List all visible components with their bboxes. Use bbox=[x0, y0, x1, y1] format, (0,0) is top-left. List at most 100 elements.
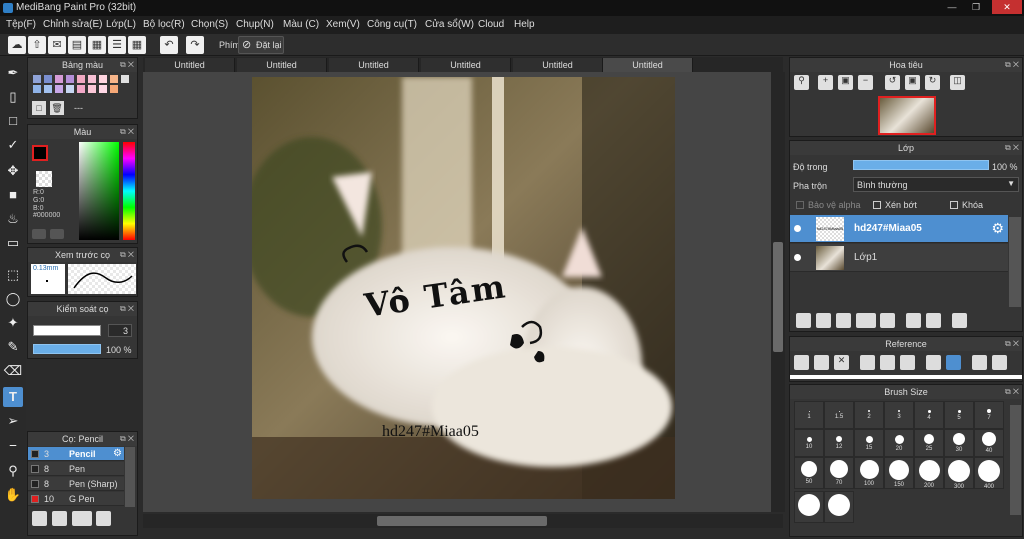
palette-swatch[interactable] bbox=[110, 85, 118, 93]
list-icon[interactable]: ☰ bbox=[108, 36, 126, 54]
saturation-value-picker[interactable] bbox=[79, 142, 119, 240]
menu-capture[interactable]: Chụp(N) bbox=[236, 19, 274, 30]
brush-size-cell[interactable]: 10 bbox=[794, 429, 824, 457]
palette-swatch[interactable] bbox=[110, 75, 118, 83]
clipping-checkbox[interactable] bbox=[873, 201, 881, 209]
foreground-color-swatch[interactable] bbox=[32, 145, 48, 161]
add-brush-menu-icon[interactable] bbox=[72, 511, 92, 526]
operation-tool-icon[interactable]: ➢ bbox=[3, 411, 23, 431]
minimize-icon[interactable]: — bbox=[941, 0, 963, 14]
ref-zoom-out-icon[interactable] bbox=[900, 355, 915, 370]
tab-untitled[interactable]: Untitled bbox=[329, 58, 419, 72]
menu-cloud[interactable]: Cloud bbox=[478, 19, 504, 30]
folder-icon[interactable] bbox=[880, 313, 895, 328]
select-eraser-tool-icon[interactable]: ⌫ bbox=[3, 361, 23, 381]
palette-swatch[interactable] bbox=[55, 75, 63, 83]
hue-slider[interactable] bbox=[123, 142, 135, 240]
brush-size-cell[interactable]: 200 bbox=[914, 457, 944, 489]
reset-button[interactable]: ⊘ Đặt lại bbox=[238, 36, 284, 54]
brush-size-cell[interactable] bbox=[794, 491, 824, 523]
dot-brush-tool-icon[interactable]: ✓ bbox=[3, 135, 23, 155]
ref-fit-icon[interactable] bbox=[880, 355, 895, 370]
ref-flip-icon[interactable] bbox=[992, 355, 1007, 370]
tab-untitled-active[interactable]: Untitled bbox=[603, 58, 693, 72]
palette-swatch[interactable] bbox=[77, 85, 85, 93]
blend-mode-select[interactable]: Bình thường ▼ bbox=[853, 177, 1019, 192]
menu-view[interactable]: Xem(V) bbox=[326, 19, 360, 30]
reference-image-area[interactable] bbox=[790, 375, 1022, 379]
bucket-tool-icon[interactable]: ♨ bbox=[3, 209, 23, 229]
brush-list-scrollbar[interactable] bbox=[125, 447, 135, 507]
tab-untitled[interactable]: Untitled bbox=[513, 58, 603, 72]
menu-filter[interactable]: Bộ lọc(R) bbox=[143, 19, 185, 30]
merge-layer-icon[interactable] bbox=[926, 313, 941, 328]
lock-checkbox[interactable] bbox=[950, 201, 958, 209]
zoom-out-icon[interactable]: − bbox=[858, 75, 873, 90]
menu-color[interactable]: Màu (C) bbox=[283, 19, 319, 30]
cloud-reference-icon[interactable] bbox=[794, 355, 809, 370]
grid-icon[interactable]: ▦ bbox=[128, 36, 146, 54]
brush-size-cell[interactable]: 15 bbox=[854, 429, 884, 457]
palette-swatch[interactable] bbox=[99, 75, 107, 83]
brush-size-cell[interactable]: 1 bbox=[794, 401, 824, 429]
gear-icon[interactable]: ⚙ bbox=[991, 220, 1004, 237]
flip-icon[interactable]: ◫ bbox=[950, 75, 965, 90]
divide-tool-icon[interactable]: ⎯ bbox=[3, 435, 23, 455]
menu-window[interactable]: Cửa sổ(W) bbox=[425, 19, 474, 30]
layer-row[interactable]: Lớp1 bbox=[790, 244, 1008, 272]
add-layer-menu-icon[interactable] bbox=[856, 313, 876, 328]
brush-size-cell[interactable]: 3 bbox=[884, 401, 914, 429]
redo-icon[interactable]: ↷ bbox=[186, 36, 204, 54]
tab-untitled[interactable]: Untitled bbox=[237, 58, 327, 72]
move-tool-icon[interactable]: ✥ bbox=[3, 161, 23, 181]
menu-select[interactable]: Chọn(S) bbox=[191, 19, 228, 30]
transparent-color-swatch[interactable] bbox=[36, 171, 52, 187]
menu-tools[interactable]: Công cụ(T) bbox=[367, 19, 417, 30]
new-palette-icon[interactable]: □ bbox=[32, 101, 46, 115]
ref-zoom-in-icon[interactable] bbox=[860, 355, 875, 370]
brush-settings-icon[interactable] bbox=[96, 511, 111, 526]
brush-size-cell[interactable]: 50 bbox=[794, 457, 824, 489]
menu-layer[interactable]: Lớp(L) bbox=[106, 19, 136, 30]
close-icon[interactable]: ✕ bbox=[992, 0, 1022, 14]
color-swap-button[interactable] bbox=[50, 229, 64, 239]
palette-swatch[interactable] bbox=[66, 85, 74, 93]
tab-untitled[interactable]: Untitled bbox=[421, 58, 511, 72]
palette-swatch[interactable] bbox=[77, 75, 85, 83]
rotate-left-icon[interactable]: ↺ bbox=[885, 75, 900, 90]
new-brush-icon[interactable] bbox=[52, 511, 67, 526]
protect-alpha-checkbox[interactable] bbox=[796, 201, 804, 209]
share-icon[interactable]: ⇧ bbox=[28, 36, 46, 54]
palette-swatch[interactable] bbox=[66, 75, 74, 83]
brush-size-cell[interactable]: 12 bbox=[824, 429, 854, 457]
eyedropper-tool-icon[interactable]: ⚲ bbox=[3, 461, 23, 481]
layer-list-scrollbar[interactable] bbox=[1009, 217, 1021, 307]
rectangle-tool-icon[interactable]: □ bbox=[3, 111, 23, 131]
magic-wand-tool-icon[interactable]: ✦ bbox=[3, 313, 23, 333]
document-icon[interactable]: ▦ bbox=[88, 36, 106, 54]
brush-item[interactable]: 8 Pen (Sharp) bbox=[28, 477, 124, 491]
visibility-icon[interactable] bbox=[794, 225, 801, 232]
ref-eyedropper-icon[interactable] bbox=[926, 355, 941, 370]
brush-size-value[interactable]: 3 bbox=[108, 324, 132, 337]
cloud-icon[interactable]: ☁ bbox=[8, 36, 26, 54]
new-1bit-layer-icon[interactable] bbox=[836, 313, 851, 328]
brush-size-scrollbar[interactable] bbox=[1010, 405, 1021, 515]
palette-swatch[interactable] bbox=[88, 75, 96, 83]
brush-size-cell[interactable]: 400 bbox=[974, 457, 1004, 490]
palette-swatch[interactable] bbox=[99, 85, 107, 93]
close-reference-icon[interactable]: ✕ bbox=[834, 355, 849, 370]
rotate-right-icon[interactable]: ↻ bbox=[925, 75, 940, 90]
brush-size-cell[interactable]: 30 bbox=[944, 429, 974, 457]
palette-swatch[interactable] bbox=[121, 75, 129, 83]
fill-rect-tool-icon[interactable]: ■ bbox=[3, 185, 23, 205]
brush-opacity-slider[interactable] bbox=[33, 344, 101, 354]
duplicate-layer-icon[interactable] bbox=[906, 313, 921, 328]
palette-swatch[interactable] bbox=[44, 75, 52, 83]
brush-item[interactable]: 8 Pen bbox=[28, 462, 124, 476]
brush-item[interactable]: 10 G Pen bbox=[28, 492, 124, 506]
brush-size-cell[interactable]: 1.5 bbox=[824, 401, 854, 429]
brush-size-slider[interactable] bbox=[33, 325, 101, 336]
zoom-fit-icon[interactable]: ⚲ bbox=[794, 75, 809, 90]
horizontal-scrollbar[interactable] bbox=[143, 514, 783, 528]
